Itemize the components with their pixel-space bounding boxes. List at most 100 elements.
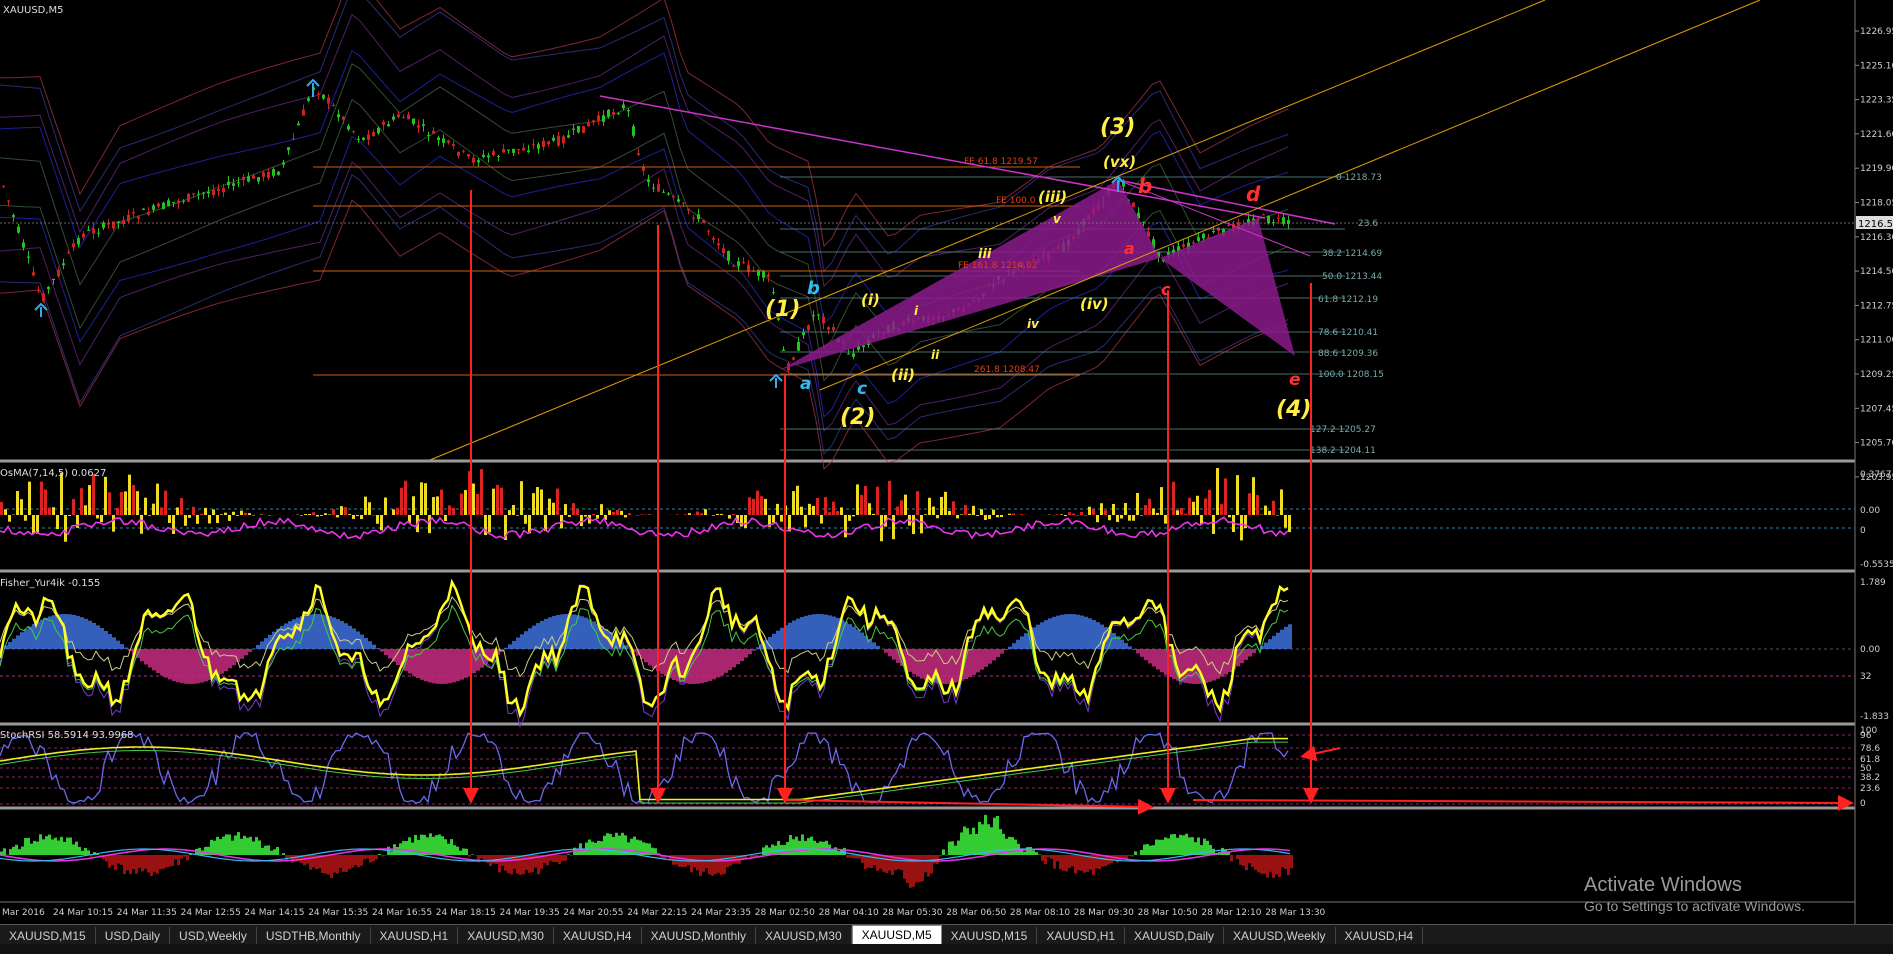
candle-body <box>372 131 375 137</box>
osma-bar <box>616 509 619 515</box>
histogram-bar <box>228 834 231 855</box>
osma-bar <box>944 491 947 515</box>
osma-bar <box>1132 515 1135 521</box>
fisher-bar <box>968 649 972 678</box>
fisher-bar <box>584 617 588 649</box>
histogram-bar <box>921 855 924 882</box>
tab-xauusd-m5[interactable]: XAUUSD,M5 <box>851 925 942 945</box>
histogram-bar <box>930 855 933 874</box>
histogram-bar <box>1260 855 1263 874</box>
tab-xauusd-m30[interactable]: XAUUSD,M30 <box>458 927 554 945</box>
fisher-bar <box>112 637 116 649</box>
histogram-bar <box>252 841 255 855</box>
osma-bar <box>512 504 515 515</box>
candle-body <box>452 143 455 146</box>
osma-bar <box>688 513 691 515</box>
osma-bar <box>108 492 111 515</box>
osma-bar <box>172 515 175 534</box>
osma-bar <box>760 496 763 515</box>
osma-bar <box>88 485 91 515</box>
candle-body <box>132 212 135 214</box>
histogram-bar <box>462 848 465 855</box>
tab-xauusd-weekly[interactable]: XAUUSD,Weekly <box>1224 927 1336 945</box>
candle-body <box>377 127 380 134</box>
fisher-bar <box>384 649 388 656</box>
fisher-bar <box>536 623 540 649</box>
fisher-bar <box>304 615 308 649</box>
histogram-bar <box>1281 855 1284 868</box>
osma-bar <box>48 507 51 515</box>
histogram-bar <box>1152 845 1155 855</box>
histogram-bar <box>171 855 174 866</box>
osma-bar <box>32 515 35 534</box>
fisher-bar <box>1048 618 1052 649</box>
histogram-bar <box>327 855 330 875</box>
tab-xauusd-h1[interactable]: XAUUSD,H1 <box>371 927 459 945</box>
candle-body <box>202 192 205 194</box>
tab-xauusd-h4[interactable]: XAUUSD,H4 <box>554 927 642 945</box>
candle-body <box>1182 244 1185 247</box>
osma-bar <box>964 505 967 515</box>
fisher-bar <box>180 649 184 684</box>
osma-bar <box>804 515 807 528</box>
fisher-bar <box>1024 633 1028 649</box>
candle-body <box>702 220 705 223</box>
fisher-bar <box>436 649 440 684</box>
time-axis-label: 24 Mar 12:55 <box>181 908 241 918</box>
tab-usd-weekly[interactable]: USD,Weekly <box>170 927 257 945</box>
fisher-bar <box>512 640 516 649</box>
tab-xauusd-m15[interactable]: XAUUSD,M15 <box>942 927 1038 945</box>
osma-bar <box>368 502 371 515</box>
osma-bar <box>140 515 143 534</box>
osma-bar <box>1008 513 1011 515</box>
fisher-bar <box>220 649 224 674</box>
fisher-bar <box>316 614 320 649</box>
histogram-bar <box>363 855 366 860</box>
candle-body <box>607 109 610 117</box>
osma-bar <box>508 510 511 515</box>
osma-bar <box>420 482 423 515</box>
fisher-bar <box>52 615 56 649</box>
histogram-bar <box>558 855 561 864</box>
candle-body <box>557 135 560 146</box>
osma-bar <box>608 510 611 515</box>
stoch-scale-0: 0 <box>1860 799 1866 809</box>
tab-xauusd-h4[interactable]: XAUUSD,H4 <box>1336 927 1424 945</box>
histogram-bar <box>21 846 24 855</box>
tab-usd-daily[interactable]: USD,Daily <box>96 927 171 945</box>
fisher-bar <box>1248 649 1252 657</box>
fisher-bar <box>1112 633 1116 649</box>
candle-body <box>1197 237 1200 241</box>
osma-bar <box>244 512 247 515</box>
osma-bar <box>620 510 623 515</box>
osma-bar <box>712 515 715 516</box>
fisher-bar <box>872 642 876 649</box>
osma-bar <box>756 490 759 515</box>
fisher-bar <box>532 625 536 649</box>
candle-body <box>57 269 60 277</box>
wave-label-c-red: c <box>1161 280 1171 299</box>
fisher-bar <box>1008 646 1012 649</box>
candle-body <box>1227 225 1230 227</box>
tab-xauusd-h1[interactable]: XAUUSD,H1 <box>1037 927 1126 945</box>
candle-body <box>672 196 675 198</box>
histogram-bar <box>849 855 852 858</box>
osma-bar <box>972 505 975 515</box>
wave-label-d-red: d <box>1246 182 1261 206</box>
osma-bar <box>992 509 995 515</box>
histogram-bar <box>69 837 72 855</box>
tab-xauusd-m30[interactable]: XAUUSD,M30 <box>756 927 852 945</box>
tab-xauusd-daily[interactable]: XAUUSD,Daily <box>1125 927 1225 945</box>
histogram-bar <box>81 850 84 855</box>
candle-body <box>667 193 670 195</box>
fisher-bar <box>140 649 144 662</box>
tab-xauusd-monthly[interactable]: XAUUSD,Monthly <box>642 927 756 945</box>
fisher-bar <box>956 649 960 683</box>
chart-canvas[interactable]: 1216.53 XAUUSD,M5 FE 61.8 1219.57 FE 100… <box>0 0 1893 924</box>
tab-usdthb-monthly[interactable]: USDTHB,Monthly <box>257 927 371 945</box>
tab-xauusd-m15[interactable]: XAUUSD,M15 <box>0 927 96 945</box>
candle-body <box>367 134 370 140</box>
histogram-bar <box>1221 847 1224 855</box>
histogram-bar <box>1254 855 1257 870</box>
histogram-bar <box>696 855 699 871</box>
